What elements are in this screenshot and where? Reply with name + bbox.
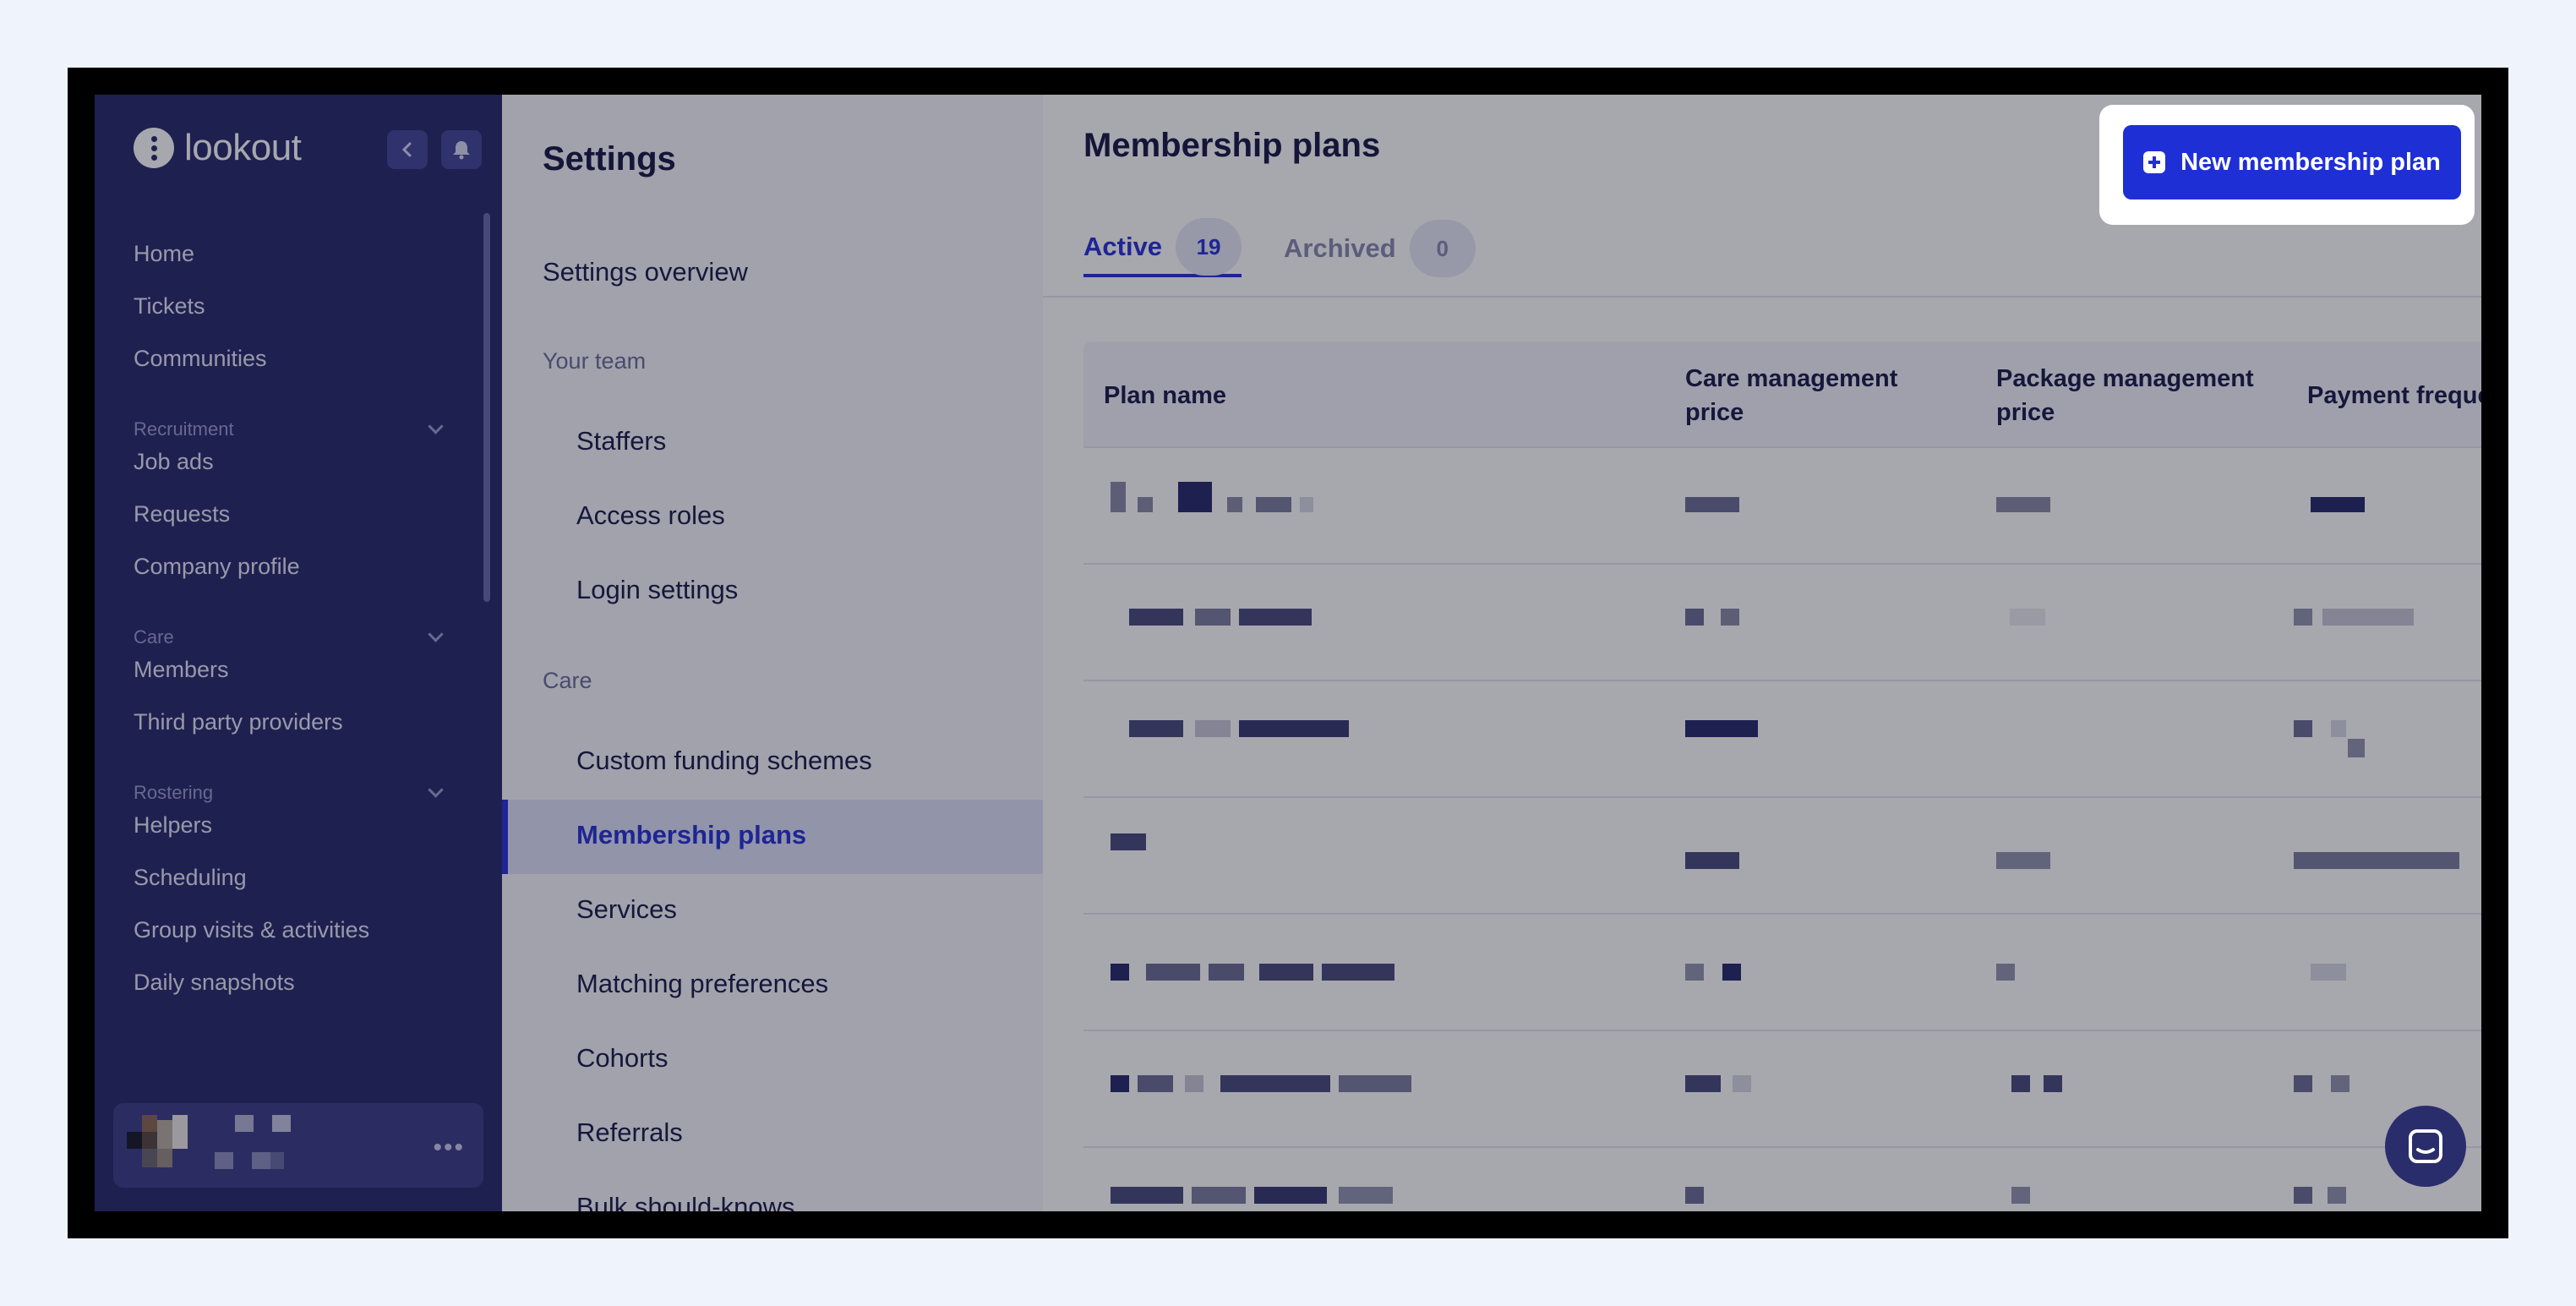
plan-tabs: Active 19 Archived 0 bbox=[1083, 218, 1476, 277]
settings-item-membership-plans[interactable]: Membership plans bbox=[576, 820, 806, 850]
chat-icon bbox=[2409, 1129, 2442, 1163]
column-header-care-price[interactable]: Care management price bbox=[1685, 362, 1939, 429]
new-membership-plan-label: New membership plan bbox=[2180, 148, 2441, 176]
table-row[interactable] bbox=[1083, 681, 2481, 798]
sidebar-item-scheduling[interactable]: Scheduling bbox=[134, 862, 455, 915]
settings-overview-link[interactable]: Settings overview bbox=[543, 257, 748, 287]
chevron-down-icon bbox=[428, 626, 444, 642]
bell-icon bbox=[453, 141, 470, 160]
tab-active[interactable]: Active 19 bbox=[1083, 218, 1242, 277]
settings-item-cohorts[interactable]: Cohorts bbox=[576, 1043, 669, 1074]
settings-item-bulk-should-knows[interactable]: Bulk should-knows bbox=[576, 1192, 794, 1211]
sidebar-item-requests[interactable]: Requests bbox=[134, 499, 455, 551]
count-badge: 0 bbox=[1409, 220, 1476, 277]
sidebar-item-job-ads[interactable]: Job ads bbox=[134, 446, 455, 499]
chevron-down-icon bbox=[428, 781, 444, 798]
settings-section-care: Care bbox=[543, 668, 592, 693]
settings-active-indicator bbox=[502, 800, 508, 874]
table-row[interactable] bbox=[1083, 798, 2481, 915]
sidebar-item-third-party-providers[interactable]: Third party providers bbox=[134, 707, 455, 759]
column-header-plan-name[interactable]: Plan name bbox=[1104, 379, 1226, 413]
table-header: Plan name Care management price Package … bbox=[1083, 342, 2481, 448]
table-row[interactable] bbox=[1083, 448, 2481, 565]
chevron-down-icon bbox=[428, 418, 444, 434]
settings-title: Settings bbox=[543, 140, 676, 178]
more-options-icon[interactable]: ••• bbox=[433, 1134, 465, 1162]
collapse-sidebar-button[interactable] bbox=[387, 130, 428, 169]
logo[interactable]: lookout bbox=[134, 127, 302, 169]
column-header-package-price[interactable]: Package management price bbox=[1996, 362, 2275, 429]
sidebar-item-home[interactable]: Home bbox=[134, 238, 455, 291]
settings-item-access-roles[interactable]: Access roles bbox=[576, 500, 725, 531]
app-window: lookout Home Tickets Communities Recruit… bbox=[95, 95, 2481, 1211]
sidebar-group-recruitment[interactable]: Recruitment bbox=[134, 413, 446, 446]
tab-label: Archived bbox=[1284, 233, 1396, 263]
sidebar-scrollbar[interactable] bbox=[483, 213, 490, 602]
sidebar-item-helpers[interactable]: Helpers bbox=[134, 810, 455, 862]
user-name-redacted bbox=[215, 1115, 319, 1174]
sidebar-menu: Home Tickets Communities Recruitment Job… bbox=[134, 238, 455, 1019]
sidebar-group-rostering[interactable]: Rostering bbox=[134, 776, 446, 810]
new-membership-plan-button[interactable]: New membership plan bbox=[2123, 125, 2461, 199]
settings-item-matching-preferences[interactable]: Matching preferences bbox=[576, 969, 828, 999]
sidebar-group-label: Care bbox=[134, 626, 174, 648]
sidebar-item-company-profile[interactable]: Company profile bbox=[134, 551, 455, 604]
settings-item-referrals[interactable]: Referrals bbox=[576, 1117, 683, 1148]
count-badge: 19 bbox=[1176, 218, 1242, 276]
settings-panel: Settings Settings overview Your team Sta… bbox=[502, 95, 1043, 1211]
sidebar-item-daily-snapshots[interactable]: Daily snapshots bbox=[134, 967, 455, 1019]
tabs-divider bbox=[1043, 296, 2481, 298]
back-chevron-icon bbox=[401, 142, 412, 157]
sidebar-item-members[interactable]: Members bbox=[134, 654, 455, 707]
plus-square-icon bbox=[2143, 151, 2166, 173]
avatar bbox=[127, 1115, 189, 1174]
sidebar-group-label: Recruitment bbox=[134, 418, 234, 440]
brand-name: lookout bbox=[184, 127, 302, 168]
column-header-payment-frequency[interactable]: Payment freque bbox=[2307, 379, 2481, 413]
settings-item-login-settings[interactable]: Login settings bbox=[576, 575, 738, 605]
sidebar-group-care[interactable]: Care bbox=[134, 620, 446, 654]
settings-section-your-team: Your team bbox=[543, 348, 647, 374]
sidebar-item-group-visits[interactable]: Group visits & activities bbox=[134, 915, 455, 967]
notifications-button[interactable] bbox=[441, 130, 482, 169]
tab-label: Active bbox=[1083, 232, 1163, 261]
lookout-logo-icon bbox=[134, 128, 174, 168]
settings-item-custom-funding-schemes[interactable]: Custom funding schemes bbox=[576, 746, 872, 776]
sidebar: lookout Home Tickets Communities Recruit… bbox=[95, 95, 502, 1211]
chat-launcher-button[interactable] bbox=[2385, 1106, 2466, 1187]
sidebar-group-label: Rostering bbox=[134, 782, 214, 803]
user-account-card[interactable]: ••• bbox=[113, 1103, 483, 1188]
settings-item-staffers[interactable]: Staffers bbox=[576, 426, 666, 456]
main-content: Membership plans Active 19 Archived 0 Pl… bbox=[1043, 95, 2481, 1211]
sidebar-item-tickets[interactable]: Tickets bbox=[134, 291, 455, 343]
tab-archived[interactable]: Archived 0 bbox=[1284, 220, 1476, 277]
page-title: Membership plans bbox=[1083, 127, 1381, 164]
sidebar-item-communities[interactable]: Communities bbox=[134, 343, 455, 396]
settings-item-services[interactable]: Services bbox=[576, 894, 677, 925]
